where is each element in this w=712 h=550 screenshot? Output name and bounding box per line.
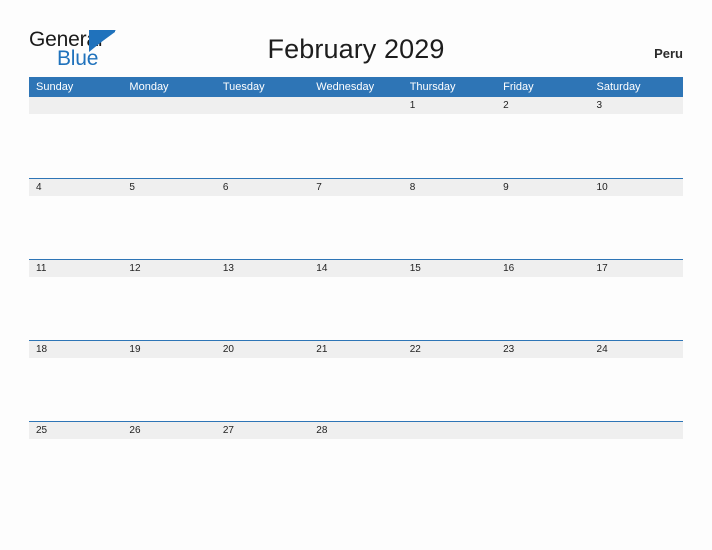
week-note-area[interactable] xyxy=(29,358,683,422)
week-date-band: 1 2 3 xyxy=(29,97,683,114)
weekday-header-row: Sunday Monday Tuesday Wednesday Thursday… xyxy=(29,77,683,97)
week-note-area[interactable] xyxy=(29,114,683,178)
weekday-header-monday: Monday xyxy=(129,81,169,93)
calendar-grid: Sunday Monday Tuesday Wednesday Thursday… xyxy=(29,77,683,502)
day-cell[interactable]: 14 xyxy=(309,260,402,277)
day-cell[interactable]: 13 xyxy=(216,260,309,277)
day-cell[interactable]: 5 xyxy=(122,179,215,196)
day-cell[interactable]: 21 xyxy=(309,341,402,358)
calendar-week-row: 4 5 6 7 8 9 10 xyxy=(29,178,683,260)
week-date-band: 11 12 13 14 15 16 17 xyxy=(29,259,683,277)
day-cell[interactable]: 23 xyxy=(496,341,589,358)
day-cell[interactable]: 10 xyxy=(590,179,683,196)
weekday-header-sunday: Sunday xyxy=(36,81,74,93)
day-cell[interactable]: 3 xyxy=(590,97,683,114)
calendar-week-row: 18 19 20 21 22 23 24 xyxy=(29,340,683,422)
day-cell[interactable]: 28 xyxy=(309,422,402,439)
weekday-header-tuesday: Tuesday xyxy=(222,81,265,93)
day-cell[interactable]: 8 xyxy=(403,179,496,196)
day-cell[interactable] xyxy=(403,422,496,439)
day-cell[interactable]: 11 xyxy=(29,260,122,277)
weekday-header-thursday: Thursday xyxy=(409,81,456,93)
day-cell[interactable]: 7 xyxy=(309,179,402,196)
day-cell[interactable] xyxy=(309,97,402,114)
day-cell[interactable]: 22 xyxy=(403,341,496,358)
day-cell[interactable]: 1 xyxy=(403,97,496,114)
calendar-week-row: 11 12 13 14 15 16 17 xyxy=(29,259,683,341)
week-date-band: 25 26 27 28 xyxy=(29,421,683,439)
weekday-header-wednesday: Wednesday xyxy=(316,81,375,93)
weekday-header-friday: Friday xyxy=(503,81,534,93)
day-cell[interactable]: 24 xyxy=(590,341,683,358)
calendar-week-row: 1 2 3 xyxy=(29,97,683,178)
page-title: February 2029 xyxy=(267,34,445,64)
day-cell[interactable]: 18 xyxy=(29,341,122,358)
week-note-area[interactable] xyxy=(29,439,683,502)
country-label: Peru xyxy=(654,46,683,61)
day-cell[interactable]: 26 xyxy=(122,422,215,439)
day-cell[interactable]: 17 xyxy=(590,260,683,277)
day-cell[interactable] xyxy=(29,97,122,114)
day-cell[interactable]: 15 xyxy=(403,260,496,277)
day-cell[interactable] xyxy=(590,422,683,439)
day-cell[interactable]: 27 xyxy=(216,422,309,439)
day-cell[interactable]: 2 xyxy=(496,97,589,114)
day-cell[interactable]: 6 xyxy=(216,179,309,196)
calendar-week-row: 25 26 27 28 xyxy=(29,421,683,502)
week-note-area[interactable] xyxy=(29,277,683,341)
day-cell[interactable]: 9 xyxy=(496,179,589,196)
page-header: General Blue February 2029 Peru xyxy=(0,0,712,76)
day-cell[interactable]: 16 xyxy=(496,260,589,277)
week-date-band: 4 5 6 7 8 9 10 xyxy=(29,178,683,196)
day-cell[interactable]: 25 xyxy=(29,422,122,439)
day-cell[interactable]: 20 xyxy=(216,341,309,358)
day-cell[interactable] xyxy=(122,97,215,114)
week-date-band: 18 19 20 21 22 23 24 xyxy=(29,340,683,358)
day-cell[interactable]: 12 xyxy=(122,260,215,277)
calendar-page: General Blue February 2029 Peru Sunday M… xyxy=(0,0,712,550)
day-cell[interactable] xyxy=(496,422,589,439)
weekday-header-saturday: Saturday xyxy=(596,81,641,93)
day-cell[interactable] xyxy=(216,97,309,114)
day-cell[interactable]: 19 xyxy=(122,341,215,358)
week-note-area[interactable] xyxy=(29,196,683,260)
day-cell[interactable]: 4 xyxy=(29,179,122,196)
